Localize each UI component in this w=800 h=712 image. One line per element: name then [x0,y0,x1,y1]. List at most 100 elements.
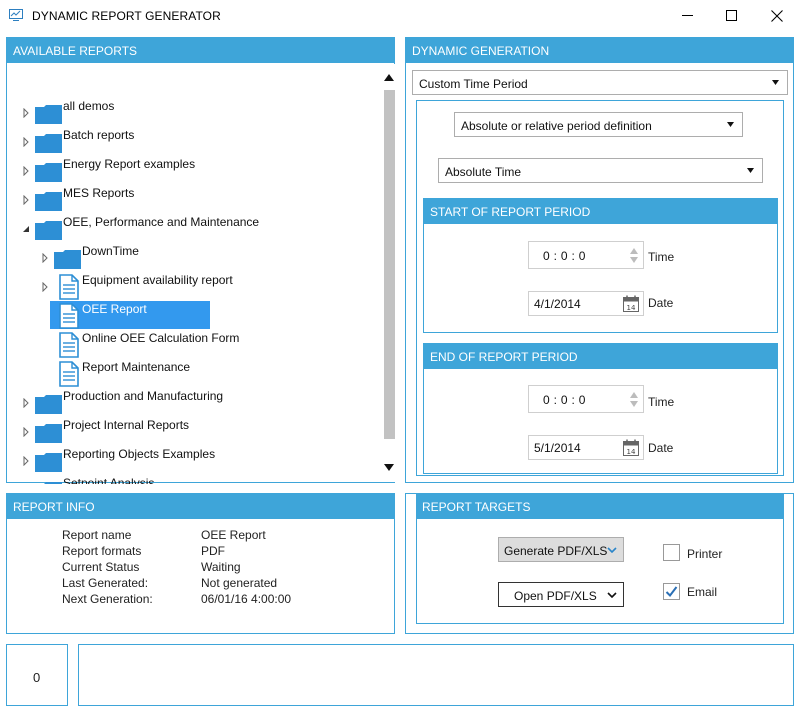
info-label: Last Generated: [62,576,149,590]
tree-item-label: OEE Report [82,302,147,316]
definition-mode-dropdown[interactable]: Absolute or relative period definition [454,112,743,137]
start-period-panel: START OF REPORT PERIOD 0 : 0 : 0 Time 4/… [423,198,778,333]
time-type-dropdown[interactable]: Absolute Time [438,158,763,183]
report-targets-header: REPORT TARGETS [416,494,784,519]
tree-item-label: Equipment availability report [82,273,233,287]
collapse-arrow-icon[interactable] [21,224,31,234]
expand-arrow-icon[interactable] [21,398,31,408]
expand-arrow-icon[interactable] [40,282,50,292]
report-targets-frame: REPORT TARGETS Generate PDF/XLS Open PDF… [416,494,784,624]
folder-icon [35,395,62,414]
generate-pdf-label: Generate PDF/XLS [504,544,608,558]
calendar-day: 14 [627,304,636,312]
tree-item-label: Batch reports [63,128,135,142]
report-info-header: REPORT INFO [7,494,394,519]
minimize-button[interactable] [664,0,710,31]
info-label: Next Generation: [62,592,153,606]
calendar-icon[interactable]: 14 [623,439,639,456]
document-icon [59,361,79,387]
title-bar: DYNAMIC REPORT GENERATOR [0,0,800,31]
tree-item-label: Project Internal Reports [63,418,190,432]
scroll-down-icon[interactable] [384,464,394,471]
chevron-down-icon [607,592,617,598]
scroll-thumb[interactable] [384,90,395,439]
tree-item-label: Online OEE Calculation Form [82,331,240,345]
end-period-panel: END OF REPORT PERIOD 0 : 0 : 0 Time 5/1/… [423,343,778,474]
end-time-label: Time [648,395,675,409]
start-date-label: Date [648,296,674,310]
spin-arrows-icon[interactable] [629,390,639,409]
tree-item-label: OEE, Performance and Maintenance [63,215,260,229]
expand-arrow-icon[interactable] [40,253,50,263]
report-targets-panel: REPORT TARGETS Generate PDF/XLS Open PDF… [405,493,794,634]
expand-arrow-icon[interactable] [21,108,31,118]
tree-item-label: Energy Report examples [63,157,196,171]
folder-icon [35,424,62,443]
period-definition-frame: Absolute or relative period definition A… [416,100,784,476]
email-checkbox[interactable] [663,583,680,600]
expand-arrow-icon[interactable] [21,195,31,205]
period-mode-value: Custom Time Period [419,77,528,91]
end-time-input[interactable]: 0 : 0 : 0 [528,385,644,413]
calendar-icon[interactable]: 14 [623,295,639,312]
open-pdf-button[interactable]: Open PDF/XLS [498,582,624,607]
email-label: Email [687,585,718,599]
dropdown-arrow-icon [727,122,734,127]
close-icon [771,9,783,22]
report-info-table: Report name OEE Report Report formats PDF … [62,528,291,608]
tree-item-label: Production and Manufacturing [63,389,224,403]
folder-icon [35,163,62,182]
dropdown-arrow-icon [772,80,779,85]
info-value: 06/01/16 4:00:00 [201,592,292,606]
scroll-up-icon[interactable] [384,74,394,81]
period-mode-dropdown[interactable]: Custom Time Period [412,70,788,95]
end-time-value: 0 : 0 : 0 [543,393,586,407]
available-reports-header: AVAILABLE REPORTS [7,38,394,63]
end-date-input[interactable]: 5/1/2014 14 [528,435,644,460]
printer-checkbox[interactable] [663,544,680,561]
info-row: Current Status Waiting [62,560,291,576]
tree-item-label: Setpoint Analysis [63,476,155,484]
info-label: Report formats [62,544,142,558]
folder-icon [35,134,62,153]
status-count: 0 [33,670,41,685]
status-message-box [78,644,794,706]
folder-icon [35,453,62,472]
end-date-label: Date [648,441,674,455]
folder-icon [54,250,81,269]
expand-arrow-icon[interactable] [21,137,31,147]
dropdown-arrow-icon [747,168,754,173]
chevron-down-icon [607,547,617,553]
dynamic-generation-panel: DYNAMIC GENERATION Custom Time Period Ab… [405,37,794,483]
info-row: Report formats PDF [62,544,291,560]
tree-scrollbar[interactable] [379,64,400,482]
folder-icon [35,105,62,124]
printer-label: Printer [687,547,723,561]
document-icon [59,274,79,300]
maximize-button[interactable] [708,0,754,31]
info-label: Report name [62,528,132,542]
info-value: Not generated [201,576,278,590]
tree-item-label: DownTime [82,244,139,258]
time-type-value: Absolute Time [445,165,522,179]
expand-arrow-icon[interactable] [21,456,31,466]
tree-item-label: MES Reports [63,186,135,200]
window-title: DYNAMIC REPORT GENERATOR [32,9,221,23]
start-date-input[interactable]: 4/1/2014 14 [528,291,644,316]
info-row: Next Generation: 06/01/16 4:00:00 [62,592,291,608]
start-time-value: 0 : 0 : 0 [543,249,586,263]
start-time-input[interactable]: 0 : 0 : 0 [528,241,644,269]
spin-arrows-icon[interactable] [629,246,639,265]
expand-arrow-icon[interactable] [21,166,31,176]
end-period-header: END OF REPORT PERIOD [424,344,777,369]
report-tree: all demos Batch reports Energy Report exam… [8,64,378,484]
close-button[interactable] [754,0,800,31]
generate-pdf-button[interactable]: Generate PDF/XLS [498,537,624,562]
start-period-header: START OF REPORT PERIOD [424,199,777,224]
tree-item[interactable]: Setpoint Analysis [8,64,378,484]
document-icon [59,332,79,358]
monitor-chart-icon [9,9,23,21]
available-reports-panel: AVAILABLE REPORTS all demos Batch reports… [6,37,400,484]
status-count-box: 0 [6,644,68,706]
expand-arrow-icon[interactable] [21,427,31,437]
